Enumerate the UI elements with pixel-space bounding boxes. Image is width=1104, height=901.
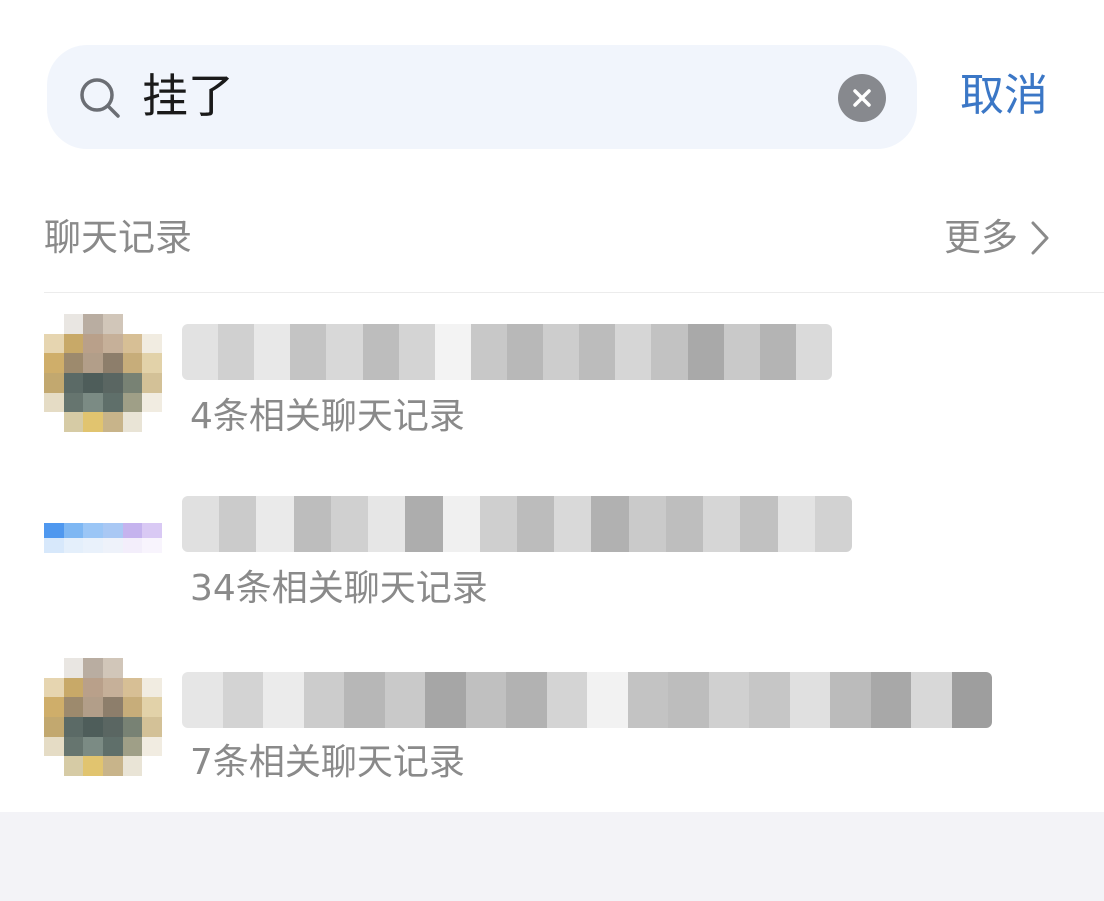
chat-name-redacted [182, 672, 992, 728]
chat-name-redacted [182, 324, 832, 380]
clear-button[interactable] [838, 74, 886, 122]
search-input[interactable]: 挂了 [142, 66, 234, 126]
clear-icon [853, 89, 871, 107]
chat-result-row[interactable]: 34条相关聊天记录 [0, 472, 1104, 644]
chat-result-row[interactable]: 7条相关聊天记录 [0, 644, 1104, 816]
empty-bottom-area [0, 812, 1104, 901]
avatar [44, 314, 162, 432]
result-count: 4条相关聊天记录 [190, 396, 465, 437]
cancel-button[interactable]: 取消 [960, 66, 1048, 126]
more-label: 更多 [944, 216, 1018, 259]
chat-result-row[interactable]: 4条相关聊天记录 [0, 300, 1104, 472]
result-count: 7条相关聊天记录 [190, 742, 465, 783]
divider [44, 292, 1104, 293]
search-icon [80, 78, 120, 118]
avatar [44, 658, 162, 776]
avatar [44, 494, 162, 582]
chevron-right-icon [1031, 221, 1049, 255]
result-count: 34条相关聊天记录 [190, 568, 488, 609]
chat-name-redacted [182, 496, 852, 552]
more-link[interactable]: 更多 [944, 212, 1050, 264]
section-title: 聊天记录 [44, 216, 192, 259]
